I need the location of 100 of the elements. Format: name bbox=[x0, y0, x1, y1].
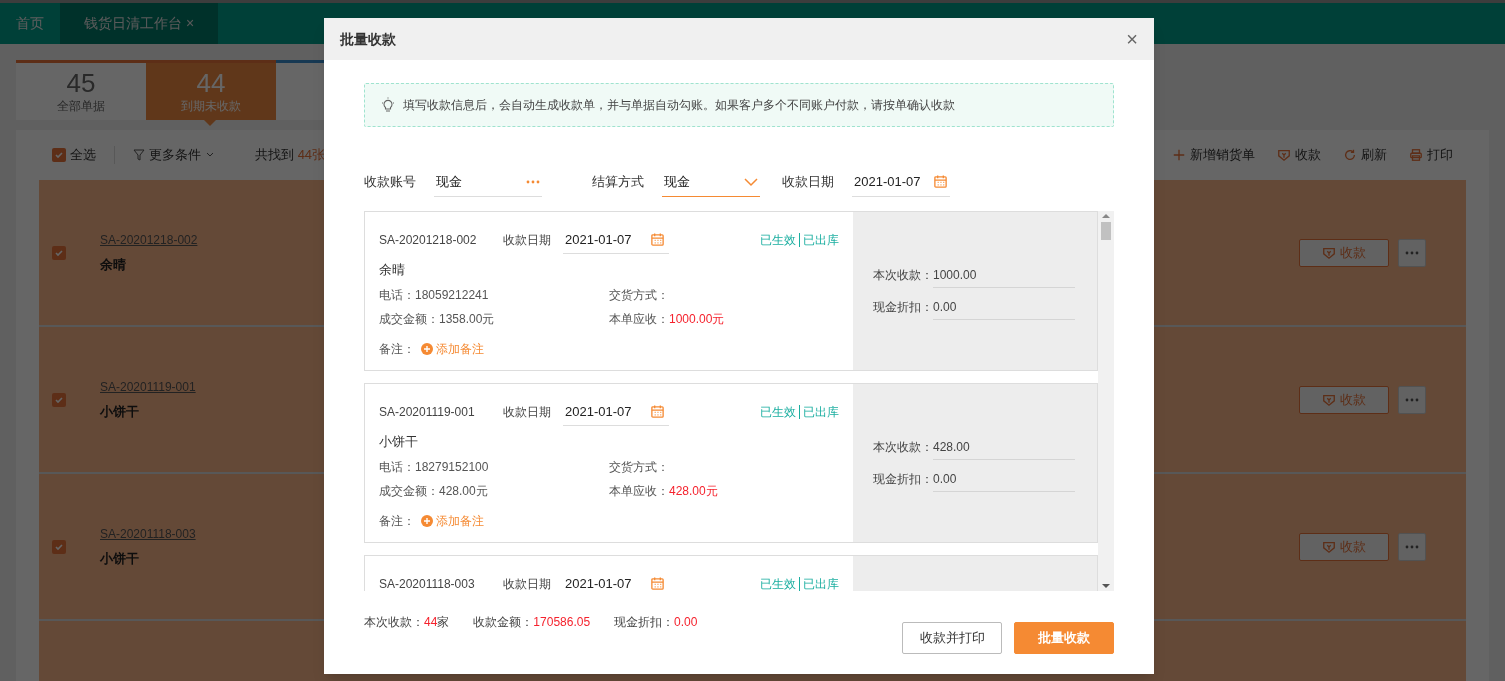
phone-text: 电话：18279152100 bbox=[379, 458, 490, 476]
input-field[interactable]: 现金 bbox=[434, 167, 542, 197]
dots-icon bbox=[526, 179, 540, 184]
refresh-icon bbox=[1343, 148, 1357, 162]
close-icon[interactable]: × bbox=[186, 13, 195, 34]
plus-icon bbox=[1172, 148, 1186, 162]
checkbox[interactable] bbox=[52, 245, 66, 260]
checkbox[interactable] bbox=[52, 392, 66, 407]
date-field[interactable]: 2021-01-07 bbox=[563, 570, 669, 591]
status-label: 已出库 bbox=[803, 404, 839, 421]
status-label: 已生效 bbox=[760, 232, 796, 249]
date-field[interactable]: 2021-01-07 bbox=[563, 226, 669, 254]
toolbar-action[interactable]: 刷新 bbox=[1343, 145, 1387, 165]
more-button[interactable] bbox=[1398, 238, 1426, 267]
checkbox[interactable] bbox=[52, 539, 66, 554]
dialog-title: 批量收款 bbox=[340, 29, 396, 49]
amount-field[interactable]: 428.00 bbox=[933, 434, 1075, 460]
toolbar-action[interactable]: 新增销货单 bbox=[1172, 145, 1255, 165]
chevron-down-icon bbox=[744, 176, 758, 187]
summary-text: 本次收款：44家 bbox=[364, 614, 450, 631]
add-note-link[interactable]: 添加备注 bbox=[421, 511, 484, 530]
discount-field[interactable]: 0.00 bbox=[933, 466, 1075, 492]
date-label: 收款日期 bbox=[503, 232, 551, 249]
amount-field[interactable]: 1000.00 bbox=[933, 262, 1075, 288]
shield-icon bbox=[1322, 539, 1336, 554]
receive-button[interactable]: 收款 bbox=[1299, 532, 1389, 561]
customer-name: 余晴 bbox=[379, 261, 406, 279]
due-amount: 本单应收：428.00元 bbox=[609, 482, 719, 500]
checkmark-icon bbox=[54, 150, 64, 160]
calendar-icon bbox=[650, 232, 665, 247]
receive-button[interactable]: 收款 bbox=[1299, 238, 1389, 267]
field-label: 收款日期 bbox=[782, 173, 834, 192]
date-label: 收款日期 bbox=[503, 404, 551, 421]
checkmark-icon bbox=[54, 394, 64, 405]
checkmark-icon bbox=[54, 247, 64, 258]
nav-tab[interactable]: 首页 bbox=[0, 3, 60, 44]
order-number: SA-20201218-002 bbox=[379, 232, 478, 249]
discount-label: 现金折扣： bbox=[873, 471, 933, 488]
nav-tab[interactable]: 钱货日清工作台 × bbox=[60, 3, 219, 44]
filter-button[interactable]: 更多条件 bbox=[133, 145, 215, 165]
status-label: 已出库 bbox=[803, 576, 839, 591]
filter-icon bbox=[133, 149, 145, 161]
order-number-link[interactable]: SA-20201119-001 bbox=[100, 377, 196, 396]
deal-amount: 成交金额：428.00元 bbox=[379, 482, 489, 500]
checkmark-icon bbox=[54, 541, 64, 552]
result-count: 共找到 44张 bbox=[255, 146, 326, 165]
customer-name: 小饼干 bbox=[379, 433, 419, 451]
summary-text: 现金折扣：0.00 bbox=[614, 614, 698, 631]
discount-label: 现金折扣： bbox=[873, 299, 933, 316]
field-label: 结算方式 bbox=[592, 173, 644, 192]
more-button[interactable] bbox=[1398, 385, 1426, 414]
dialog-button[interactable]: 批量收款 bbox=[1014, 622, 1114, 654]
due-amount: 本单应收：1000.00元 bbox=[609, 310, 726, 328]
notice-text: 填写收款信息后，会自动生成收款单，并与单据自动勾账。如果客户多个不同账户付款，请按单确认收款 bbox=[403, 97, 955, 114]
input-field[interactable]: 现金 bbox=[662, 167, 760, 197]
delivery-text: 交货方式： bbox=[609, 286, 670, 304]
deal-amount: 成交金额：1358.00元 bbox=[379, 310, 496, 328]
close-button[interactable]: × bbox=[1126, 29, 1138, 49]
receive-button[interactable]: 收款 bbox=[1299, 385, 1389, 414]
printer-icon bbox=[1409, 148, 1423, 162]
shield-icon bbox=[1277, 148, 1291, 162]
dialog-button[interactable]: 收款并打印 bbox=[902, 622, 1002, 654]
summary-text: 收款金额：170586.05 bbox=[473, 614, 591, 631]
plus-circle-icon bbox=[421, 514, 433, 527]
customer-name: 余晴 bbox=[100, 255, 127, 274]
dots-icon bbox=[1405, 544, 1419, 549]
input-field[interactable]: 2021-01-07 bbox=[852, 167, 950, 197]
order-number-link[interactable]: SA-20201218-002 bbox=[100, 230, 198, 249]
dots-icon bbox=[1405, 250, 1419, 255]
calendar-icon bbox=[650, 576, 665, 591]
order-number-link[interactable]: SA-20201118-003 bbox=[100, 524, 196, 543]
calendar-icon bbox=[650, 404, 665, 419]
order-number: SA-20201118-003 bbox=[379, 576, 476, 591]
date-label: 收款日期 bbox=[503, 576, 551, 591]
add-note-link[interactable]: 添加备注 bbox=[421, 339, 484, 358]
dots-icon bbox=[1405, 397, 1419, 402]
checkbox[interactable] bbox=[52, 148, 66, 162]
amount-label: 本次收款： bbox=[873, 267, 933, 284]
phone-text: 电话：18059212241 bbox=[379, 286, 490, 304]
more-button[interactable] bbox=[1398, 532, 1426, 561]
toolbar-action[interactable]: 打印 bbox=[1409, 145, 1453, 165]
select-all-label: 全选 bbox=[70, 146, 96, 165]
toolbar-action[interactable]: 收款 bbox=[1277, 145, 1321, 165]
discount-field[interactable]: 0.00 bbox=[933, 294, 1075, 320]
status-label: 已出库 bbox=[803, 232, 839, 249]
delivery-text: 交货方式： bbox=[609, 458, 670, 476]
calendar-icon bbox=[933, 174, 948, 189]
date-field[interactable]: 2021-01-07 bbox=[563, 398, 669, 426]
note-label: 备注： bbox=[379, 340, 415, 358]
status-label: 已生效 bbox=[760, 576, 796, 591]
amount-label: 本次收款： bbox=[873, 439, 933, 456]
customer-name: 小饼干 bbox=[100, 549, 140, 568]
field-label: 收款账号 bbox=[364, 173, 416, 192]
plus-circle-icon bbox=[421, 342, 433, 355]
order-number: SA-20201119-001 bbox=[379, 404, 476, 421]
status-label: 已生效 bbox=[760, 404, 796, 421]
lightbulb-icon bbox=[381, 97, 395, 113]
shield-icon bbox=[1322, 245, 1336, 260]
shield-icon bbox=[1322, 392, 1336, 407]
customer-name: 小饼干 bbox=[100, 402, 140, 421]
